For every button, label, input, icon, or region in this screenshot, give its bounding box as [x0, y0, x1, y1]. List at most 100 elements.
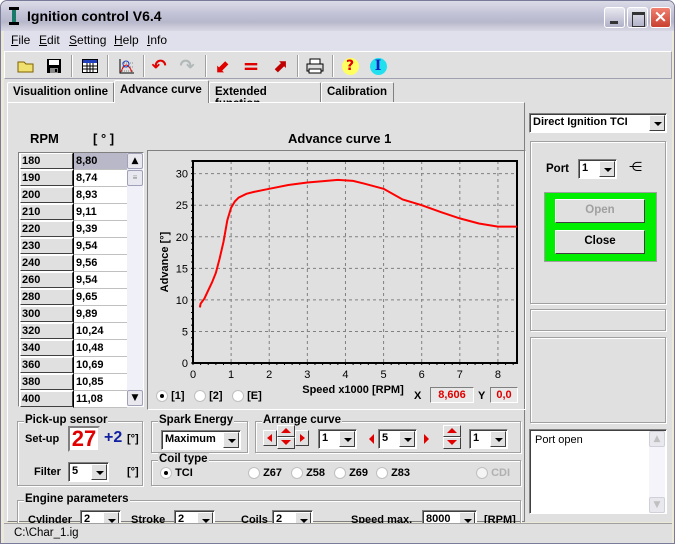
- table-icon[interactable]: [79, 55, 101, 77]
- menu-setting[interactable]: Setting: [69, 33, 106, 47]
- radio-curve-e[interactable]: [232, 390, 244, 403]
- curve-select-1[interactable]: [1]: [156, 390, 185, 403]
- chart-svg[interactable]: 0 1 2 3 4 5 6 7 8 0 5 10 15 20 25 30 Speed x1000 [RPM] Ad…: [148, 151, 525, 409]
- advance-chart[interactable]: 0 1 2 3 4 5 6 7 8 0 5 10 15 20 25 30 Speed x1000 [RPM] Ad…: [147, 150, 526, 410]
- radio-z58[interactable]: [291, 467, 303, 480]
- advance-cell[interactable]: 11,08: [73, 391, 127, 408]
- port-select[interactable]: 1: [578, 159, 617, 179]
- table-row[interactable]: 240 9,56: [19, 255, 127, 272]
- info-icon[interactable]: I: [367, 55, 389, 77]
- radio-z69[interactable]: [334, 467, 346, 480]
- chevron-down-icon[interactable]: [91, 464, 107, 480]
- table-row[interactable]: 320 10,24: [19, 323, 127, 340]
- table-row[interactable]: 220 9,39: [19, 221, 127, 238]
- table-row[interactable]: 380 10,85: [19, 374, 127, 391]
- advance-cell[interactable]: 10,24: [73, 323, 127, 340]
- advance-cell[interactable]: 9,54: [73, 272, 127, 289]
- help-icon[interactable]: ?: [339, 55, 361, 77]
- tab-calibration[interactable]: Calibration: [321, 82, 394, 102]
- shift-down-button[interactable]: [277, 437, 295, 449]
- save-icon[interactable]: [43, 55, 65, 77]
- chevron-down-icon[interactable]: [339, 431, 355, 447]
- advance-cell[interactable]: 10,85: [73, 374, 127, 391]
- log-box[interactable]: Port open ▲ ▼: [529, 429, 667, 514]
- radio-curve-2[interactable]: [194, 390, 206, 403]
- coil-option-z67[interactable]: Z67: [248, 467, 282, 480]
- menu-file[interactable]: File: [11, 33, 30, 47]
- tab-advance-curve[interactable]: Advance curve: [114, 80, 209, 103]
- setup-value[interactable]: 27: [68, 426, 100, 452]
- title-bar[interactable]: Ignition control V6.4 ×: [1, 1, 674, 31]
- open-port-button[interactable]: Open: [555, 199, 645, 223]
- chart-icon[interactable]: [115, 55, 137, 77]
- coil-option-tci[interactable]: TCI: [160, 467, 193, 480]
- arrange-step-select[interactable]: 1: [318, 429, 357, 449]
- table-row[interactable]: 190 8,74: [19, 170, 127, 187]
- table-row[interactable]: 180 8,80: [19, 153, 127, 170]
- spark-energy-select[interactable]: Maximum: [161, 430, 241, 450]
- scroll-down-icon[interactable]: ▼: [127, 390, 143, 406]
- range-left-icon[interactable]: [369, 434, 374, 444]
- advance-cell[interactable]: 8,74: [73, 170, 127, 187]
- scroll-up-icon[interactable]: ▲: [127, 153, 143, 169]
- table-scrollbar[interactable]: ▲ ≡ ▼: [127, 153, 143, 406]
- table-row[interactable]: 210 9,11: [19, 204, 127, 221]
- curve-select-e[interactable]: [E]: [232, 390, 262, 403]
- table-row[interactable]: 260 9,54: [19, 272, 127, 289]
- close-port-button[interactable]: Close: [555, 230, 645, 254]
- chevron-down-icon[interactable]: [399, 431, 415, 447]
- advance-cell[interactable]: 8,80: [73, 153, 127, 170]
- scale-down-button[interactable]: [443, 437, 461, 449]
- menu-edit[interactable]: Edit: [39, 33, 60, 47]
- table-row[interactable]: 340 10,48: [19, 340, 127, 357]
- coil-option-z83[interactable]: Z83: [376, 467, 410, 480]
- scroll-thumb[interactable]: ≡: [127, 170, 143, 186]
- advance-cell[interactable]: 9,39: [73, 221, 127, 238]
- table-row[interactable]: 360 10,69: [19, 357, 127, 374]
- scale-up-button[interactable]: [443, 425, 461, 437]
- redo-icon[interactable]: ↷: [176, 55, 198, 77]
- ignition-mode-select[interactable]: Direct Ignition TCI: [529, 113, 667, 133]
- scroll-down-icon[interactable]: ▼: [649, 497, 665, 513]
- radio-z67[interactable]: [248, 467, 260, 480]
- advance-cell[interactable]: 9,11: [73, 204, 127, 221]
- advance-cell[interactable]: 9,89: [73, 306, 127, 323]
- chevron-down-icon[interactable]: [649, 115, 665, 131]
- equals-icon[interactable]: =: [240, 54, 262, 78]
- table-row[interactable]: 300 9,89: [19, 306, 127, 323]
- arrow-down-left-icon[interactable]: ⬋: [212, 55, 234, 77]
- tab-extended-function[interactable]: Extended function: [209, 82, 321, 110]
- chevron-down-icon[interactable]: [223, 432, 239, 448]
- filter-select[interactable]: 5: [68, 462, 109, 482]
- advance-cell[interactable]: 9,56: [73, 255, 127, 272]
- minimize-button[interactable]: [604, 7, 625, 28]
- radio-z83[interactable]: [376, 467, 388, 480]
- advance-cell[interactable]: 9,54: [73, 238, 127, 255]
- menu-help[interactable]: Help: [114, 33, 139, 47]
- advance-table[interactable]: 400 11,08 380 10,85 360 10,69 340 10,48 320 10,24…: [18, 152, 144, 408]
- close-button[interactable]: ×: [650, 7, 671, 28]
- range-right-icon[interactable]: [424, 434, 429, 444]
- coil-option-z58[interactable]: Z58: [291, 467, 325, 480]
- shift-right-button[interactable]: [295, 430, 309, 446]
- tab-visualition-online[interactable]: Visualition online: [7, 82, 114, 102]
- table-row[interactable]: 230 9,54: [19, 238, 127, 255]
- chevron-down-icon[interactable]: [599, 161, 615, 177]
- advance-cell[interactable]: 8,93: [73, 187, 127, 204]
- arrange-range-select[interactable]: 5: [378, 429, 417, 449]
- table-row[interactable]: 200 8,93: [19, 187, 127, 204]
- advance-cell[interactable]: 10,69: [73, 357, 127, 374]
- table-row[interactable]: 400 11,08: [19, 391, 127, 408]
- print-icon[interactable]: [304, 55, 326, 77]
- shift-up-button[interactable]: [277, 425, 295, 437]
- table-row[interactable]: 280 9,65: [19, 289, 127, 306]
- arrange-scale-select[interactable]: 1: [469, 429, 508, 449]
- chevron-down-icon[interactable]: [490, 431, 506, 447]
- undo-icon[interactable]: ↶: [148, 55, 170, 77]
- log-scrollbar[interactable]: ▲ ▼: [649, 431, 665, 513]
- coil-option-z69[interactable]: Z69: [334, 467, 368, 480]
- shift-left-button[interactable]: [263, 430, 277, 446]
- advance-cell[interactable]: 10,48: [73, 340, 127, 357]
- radio-tci[interactable]: [160, 467, 172, 480]
- menu-info[interactable]: Info: [147, 33, 167, 47]
